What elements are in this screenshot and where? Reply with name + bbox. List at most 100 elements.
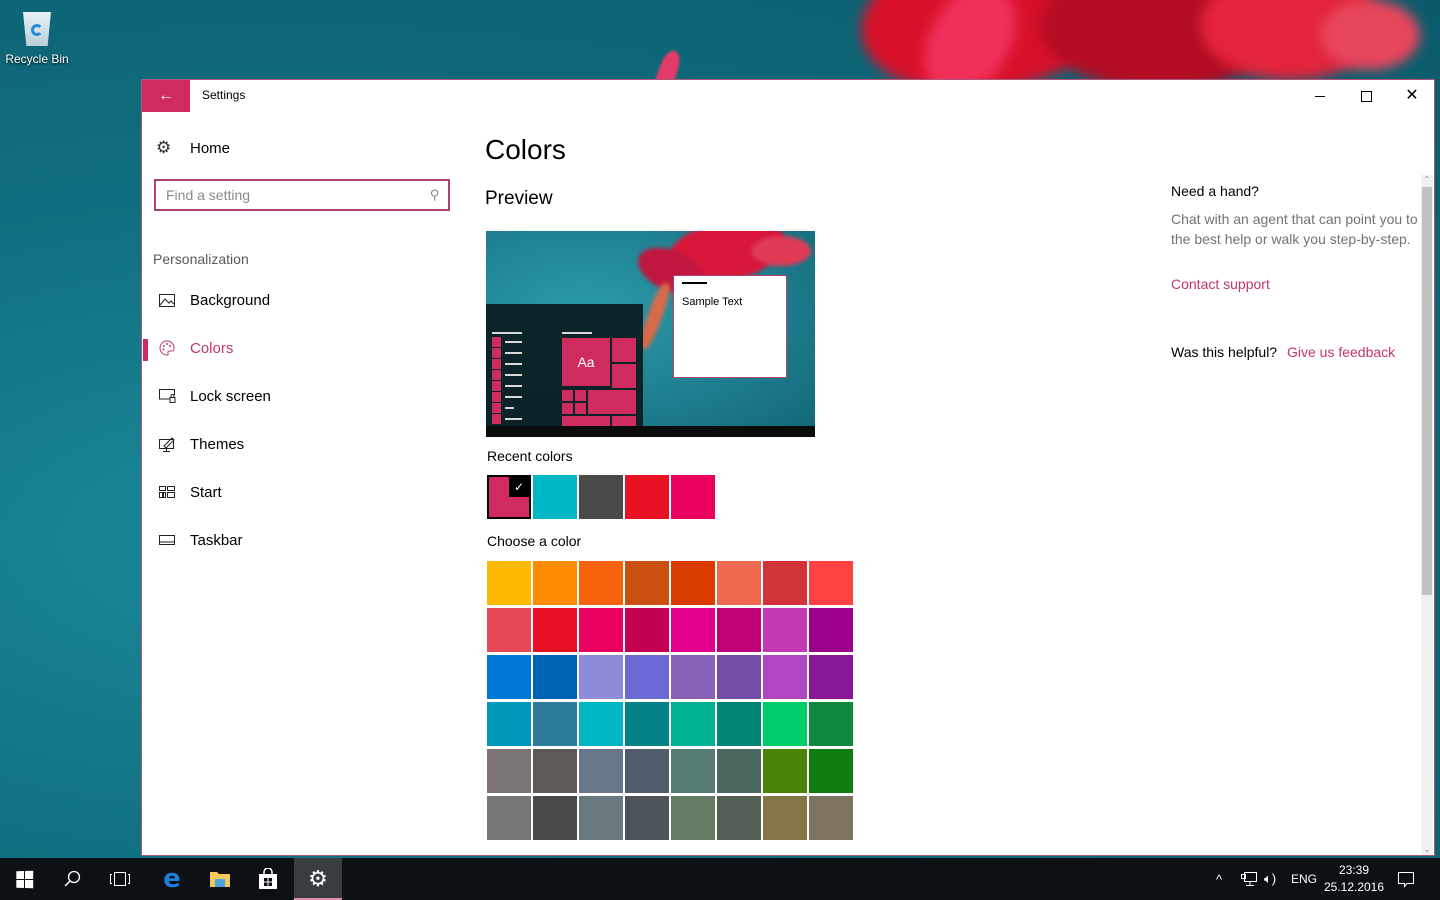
color-swatch[interactable] — [809, 608, 853, 652]
store-bag-icon — [259, 868, 277, 889]
search-box[interactable]: ⚲ — [154, 179, 450, 211]
color-swatch[interactable] — [809, 749, 853, 793]
sidebar-item-label: Themes — [190, 435, 245, 453]
color-swatch[interactable] — [671, 702, 715, 746]
color-swatch[interactable] — [579, 608, 623, 652]
color-swatch[interactable] — [625, 608, 669, 652]
scroll-up-icon[interactable]: ⌃ — [1421, 175, 1433, 185]
color-swatch[interactable] — [809, 702, 853, 746]
color-swatch[interactable] — [533, 655, 577, 699]
color-swatch[interactable] — [717, 561, 761, 605]
color-swatch[interactable] — [763, 702, 807, 746]
color-swatch[interactable] — [579, 655, 623, 699]
search-input[interactable] — [166, 187, 406, 203]
action-center-button[interactable] — [1397, 858, 1415, 900]
nav-home[interactable]: ⚙ Home — [156, 138, 230, 158]
task-view-button[interactable] — [96, 858, 144, 900]
maximize-button[interactable] — [1343, 80, 1389, 112]
color-swatch[interactable] — [809, 561, 853, 605]
sidebar-item-colors[interactable]: Colors — [142, 324, 462, 372]
color-swatch[interactable] — [487, 655, 531, 699]
color-swatch[interactable] — [671, 608, 715, 652]
color-swatch[interactable] — [487, 608, 531, 652]
color-swatch[interactable] — [763, 608, 807, 652]
start-tiles-icon — [158, 486, 176, 498]
sidebar-item-lock-screen[interactable]: Lock screen — [142, 372, 462, 420]
color-swatch[interactable] — [625, 749, 669, 793]
color-swatch[interactable] — [717, 702, 761, 746]
color-swatch[interactable] — [671, 796, 715, 840]
title-bar[interactable]: ← Settings ✕ — [142, 80, 1434, 112]
color-swatch[interactable] — [763, 796, 807, 840]
color-swatch[interactable] — [579, 749, 623, 793]
taskbar-search-button[interactable] — [48, 858, 96, 900]
color-swatch[interactable] — [487, 749, 531, 793]
color-swatch[interactable] — [625, 561, 669, 605]
color-swatch[interactable] — [763, 749, 807, 793]
scroll-down-icon[interactable]: ⌄ — [1421, 845, 1433, 855]
store-button[interactable] — [244, 858, 292, 900]
color-swatch[interactable] — [763, 655, 807, 699]
back-button[interactable]: ← — [142, 80, 190, 112]
color-grid — [487, 561, 853, 840]
sidebar-item-background[interactable]: Background — [142, 276, 462, 324]
settings-window: ← Settings ✕ ⚙ Home ⚲ Personalization Ba… — [141, 79, 1435, 856]
color-swatch[interactable] — [717, 749, 761, 793]
color-swatch[interactable] — [487, 796, 531, 840]
network-button[interactable] — [1240, 858, 1258, 900]
color-swatch[interactable] — [717, 796, 761, 840]
folder-icon — [210, 872, 230, 887]
color-swatch[interactable] — [579, 561, 623, 605]
color-swatch[interactable] — [579, 702, 623, 746]
color-swatch[interactable] — [763, 561, 807, 605]
edge-button[interactable]: e — [148, 858, 196, 900]
file-explorer-button[interactable] — [196, 858, 244, 900]
recent-color-swatch[interactable]: ✓ — [487, 475, 531, 519]
color-swatch[interactable] — [625, 702, 669, 746]
color-swatch[interactable] — [717, 608, 761, 652]
search-icon[interactable]: ⚲ — [430, 187, 440, 203]
window-title: Settings — [202, 88, 246, 102]
volume-button[interactable]: 🔈︎) — [1264, 858, 1276, 900]
sidebar-item-taskbar[interactable]: Taskbar — [142, 516, 462, 564]
color-swatch[interactable] — [533, 796, 577, 840]
recent-color-swatch[interactable] — [625, 475, 669, 519]
color-swatch[interactable] — [487, 702, 531, 746]
color-swatch[interactable] — [487, 561, 531, 605]
color-swatch[interactable] — [671, 655, 715, 699]
recent-colors: ✓ — [487, 475, 715, 519]
contact-support-link[interactable]: Contact support — [1171, 276, 1270, 292]
settings-taskbar-button[interactable]: ⚙ — [294, 858, 342, 900]
color-swatch[interactable] — [533, 608, 577, 652]
color-swatch[interactable] — [533, 561, 577, 605]
recent-color-swatch[interactable] — [671, 475, 715, 519]
color-swatch[interactable] — [533, 702, 577, 746]
color-swatch[interactable] — [625, 655, 669, 699]
color-swatch[interactable] — [671, 749, 715, 793]
sidebar-item-start[interactable]: Start — [142, 468, 462, 516]
color-swatch[interactable] — [671, 561, 715, 605]
recent-color-swatch[interactable] — [533, 475, 577, 519]
desktop-icon-recycle-bin[interactable]: Recycle Bin — [4, 6, 70, 66]
arrow-left-icon: ← — [158, 87, 174, 104]
minimize-button[interactable] — [1297, 80, 1343, 112]
color-swatch[interactable] — [579, 796, 623, 840]
color-swatch[interactable] — [809, 796, 853, 840]
clock[interactable]: 23:39 25.12.2016 — [1322, 862, 1386, 896]
language-button[interactable]: ENG — [1291, 858, 1317, 900]
color-swatch[interactable] — [533, 749, 577, 793]
close-button[interactable]: ✕ — [1389, 80, 1435, 112]
color-swatch[interactable] — [809, 655, 853, 699]
give-feedback-link[interactable]: Give us feedback — [1287, 344, 1395, 360]
start-button[interactable] — [0, 858, 48, 900]
show-hidden-icons-button[interactable]: ^ — [1216, 858, 1222, 900]
edge-browser-icon: e — [163, 864, 181, 894]
scrollbar-thumb[interactable] — [1422, 187, 1432, 595]
vertical-scrollbar[interactable]: ⌃ ⌄ — [1421, 175, 1433, 855]
recent-color-swatch[interactable] — [579, 475, 623, 519]
color-swatch[interactable] — [717, 655, 761, 699]
sidebar-item-themes[interactable]: Themes — [142, 420, 462, 468]
recycle-bin-icon — [20, 8, 54, 48]
color-swatch[interactable] — [625, 796, 669, 840]
picture-icon — [158, 293, 176, 307]
